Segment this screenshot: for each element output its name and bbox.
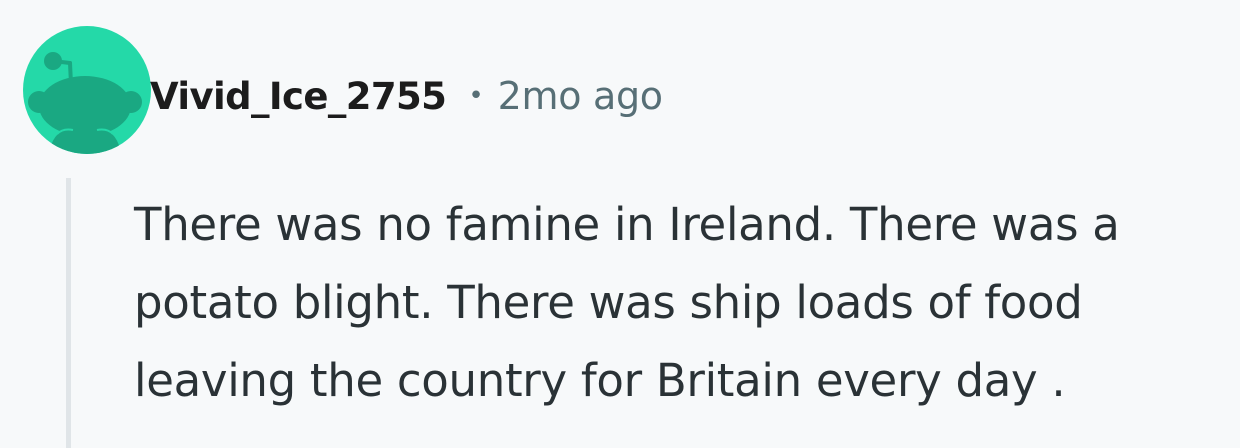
- reddit-snoo-icon: [28, 52, 142, 154]
- comment-header: Vivid_Ice_2755 • 2mo ago: [150, 68, 663, 124]
- user-avatar[interactable]: [23, 26, 151, 154]
- meta-separator: •: [468, 81, 484, 111]
- username-link[interactable]: Vivid_Ice_2755: [150, 75, 447, 118]
- thread-collapse-line[interactable]: [66, 178, 71, 448]
- timestamp-link[interactable]: 2mo ago: [498, 74, 663, 118]
- comment: Vivid_Ice_2755 • 2mo ago There was no fa…: [0, 0, 1240, 448]
- comment-body: There was no famine in Ireland. There wa…: [134, 198, 1120, 407]
